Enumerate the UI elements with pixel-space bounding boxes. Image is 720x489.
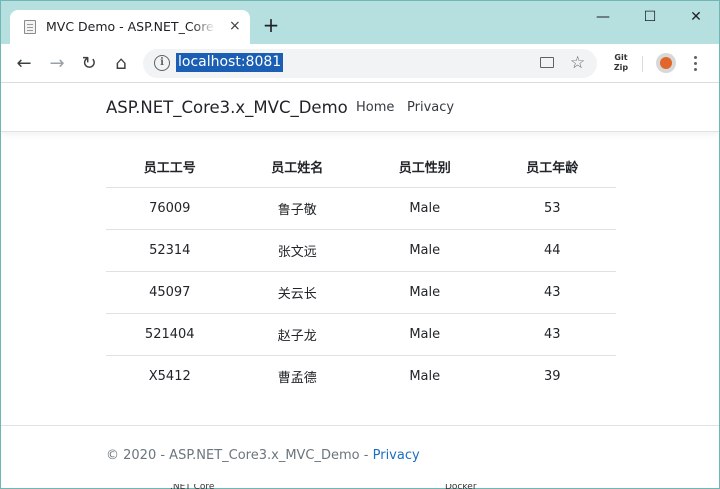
cell-employee-name: 鲁子敬 — [233, 186, 361, 229]
header-employee-age: 员工年龄 — [526, 161, 579, 177]
cell-employee-gender: Male — [361, 312, 489, 355]
toolbar-divider — [642, 56, 643, 72]
gitzip-icon[interactable]: Git Zip — [611, 53, 631, 75]
tab-mvc-demo[interactable]: MVC Demo - ASP.NET_Core3.x_MVC_Demo × — [10, 10, 250, 44]
cell-employee-name: 张文远 — [233, 228, 361, 271]
avatar[interactable] — [656, 53, 676, 73]
cell-employee-age: 43 — [488, 312, 616, 355]
cell-employee-id: X5412 — [106, 354, 234, 397]
cell-employee-age: 43 — [488, 270, 616, 313]
star-icon[interactable]: ☆ — [570, 52, 585, 74]
page-favicon-icon — [24, 20, 36, 34]
nav-privacy-link[interactable]: Privacy — [407, 99, 454, 117]
info-icon[interactable]: i — [154, 55, 170, 71]
home-icon[interactable]: ⌂ — [110, 53, 132, 75]
background-item-docker: Docker — [445, 484, 477, 489]
new-tab-icon[interactable]: + — [262, 15, 280, 35]
cell-employee-id: 521404 — [106, 312, 234, 355]
cell-employee-id: 45097 — [106, 270, 234, 313]
tab-strip: MVC Demo - ASP.NET_Core3.x_MVC_Demo × + … — [1, 1, 719, 44]
table-header-row: 员工工号 员工姓名 员工性别 员工年龄 — [106, 147, 616, 187]
header-employee-gender: 员工性别 — [398, 161, 451, 177]
background-item-netcore: .NET Core — [170, 484, 215, 489]
table-row: 521404 赵子龙 Male 43 — [106, 312, 616, 355]
menu-icon[interactable] — [691, 53, 701, 75]
reload-icon[interactable]: ↻ — [78, 53, 100, 75]
cell-employee-gender: Male — [361, 354, 489, 397]
table-row: X5412 曹孟德 Male 39 — [106, 354, 616, 397]
page-content: ASP.NET_Core3.x_MVC_Demo Home Privacy 员工… — [1, 83, 719, 488]
cell-employee-name: 关云长 — [233, 270, 361, 313]
forward-arrow-icon[interactable]: → — [46, 53, 68, 75]
browser-toolbar: ← → ↻ ⌂ i localhost:8081 ☆ Git Zip — [1, 44, 719, 83]
footer-copyright: © 2020 - ASP.NET_Core3.x_MVC_Demo - — [106, 448, 373, 463]
site-brand-link[interactable]: ASP.NET_Core3.x_MVC_Demo — [106, 97, 348, 119]
cell-employee-id: 52314 — [106, 228, 234, 271]
table-row: 52314 张文远 Male 44 — [106, 228, 616, 271]
close-window-button[interactable]: ✕ — [684, 7, 708, 27]
minimize-button[interactable]: — — [591, 7, 615, 27]
cell-employee-id: 76009 — [106, 186, 234, 229]
address-bar[interactable]: i localhost:8081 ☆ — [143, 49, 597, 78]
site-footer: © 2020 - ASP.NET_Core3.x_MVC_Demo - Priv… — [1, 425, 719, 488]
nav-home-link[interactable]: Home — [356, 99, 394, 117]
browser-window: MVC Demo - ASP.NET_Core3.x_MVC_Demo × + … — [0, 0, 720, 489]
url-text[interactable]: localhost:8081 — [176, 53, 284, 72]
cell-employee-age: 39 — [488, 354, 616, 397]
cell-employee-gender: Male — [361, 228, 489, 271]
header-employee-name: 员工姓名 — [271, 161, 324, 177]
tab-title: MVC Demo - ASP.NET_Core3.x_MVC_Demo — [46, 19, 216, 35]
cell-employee-name: 赵子龙 — [233, 312, 361, 355]
table-row: 76009 鲁子敬 Male 53 — [106, 186, 616, 229]
header-employee-id: 员工工号 — [143, 161, 196, 177]
footer-text: © 2020 - ASP.NET_Core3.x_MVC_Demo - Priv… — [106, 447, 420, 465]
employee-table: 员工工号 员工姓名 员工性别 员工年龄 76009 鲁子敬 Male 53 52… — [106, 147, 616, 397]
maximize-button[interactable]: ☐ — [638, 7, 662, 27]
table-row: 45097 关云长 Male 43 — [106, 270, 616, 313]
cell-employee-age: 53 — [488, 186, 616, 229]
cast-icon[interactable] — [540, 57, 554, 68]
back-arrow-icon[interactable]: ← — [13, 53, 35, 75]
tab-close-icon[interactable]: × — [229, 18, 241, 34]
cell-employee-age: 44 — [488, 228, 616, 271]
cell-employee-name: 曹孟德 — [233, 354, 361, 397]
cell-employee-gender: Male — [361, 186, 489, 229]
footer-privacy-link[interactable]: Privacy — [373, 448, 420, 463]
cell-employee-gender: Male — [361, 270, 489, 313]
site-header: ASP.NET_Core3.x_MVC_Demo Home Privacy — [1, 83, 719, 132]
